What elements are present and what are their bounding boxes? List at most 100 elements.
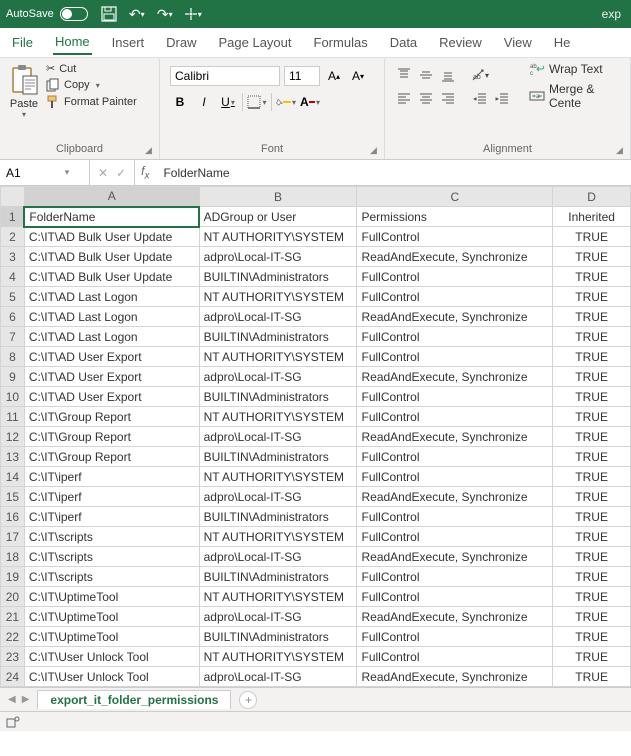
touch-mode-icon[interactable]: ▾ <box>184 5 202 23</box>
row-header[interactable]: 9 <box>1 367 25 387</box>
tab-page-layout[interactable]: Page Layout <box>217 31 294 54</box>
cell[interactable]: FullControl <box>357 227 553 247</box>
redo-icon[interactable]: ↷▾ <box>156 5 174 23</box>
cell[interactable]: ReadAndExecute, Synchronize <box>357 427 553 447</box>
cell[interactable]: C:\IT\AD Last Logon <box>24 327 199 347</box>
row-header[interactable]: 18 <box>1 547 25 567</box>
cell[interactable]: Inherited <box>553 207 631 227</box>
cell[interactable]: ReadAndExecute, Synchronize <box>357 307 553 327</box>
cell[interactable]: adpro\Local-IT-SG <box>199 307 357 327</box>
cell[interactable]: FullControl <box>357 647 553 667</box>
col-header-C[interactable]: C <box>357 187 553 207</box>
tab-home[interactable]: Home <box>53 30 92 55</box>
cell[interactable]: C:\IT\UptimeTool <box>24 587 199 607</box>
cell[interactable]: ADGroup or User <box>199 207 357 227</box>
cell[interactable]: adpro\Local-IT-SG <box>199 367 357 387</box>
cell[interactable]: NT AUTHORITY\SYSTEM <box>199 347 357 367</box>
cell[interactable]: FullControl <box>357 287 553 307</box>
row-header[interactable]: 16 <box>1 507 25 527</box>
row-header[interactable]: 17 <box>1 527 25 547</box>
cell[interactable]: TRUE <box>553 267 631 287</box>
cell[interactable]: FullControl <box>357 627 553 647</box>
cell[interactable]: NT AUTHORITY\SYSTEM <box>199 587 357 607</box>
row-header[interactable]: 20 <box>1 587 25 607</box>
cell[interactable]: FullControl <box>357 407 553 427</box>
tab-formulas[interactable]: Formulas <box>312 31 370 54</box>
align-center-icon[interactable] <box>417 90 435 108</box>
tab-file[interactable]: File <box>10 31 35 54</box>
cell[interactable]: C:\IT\AD Bulk User Update <box>24 247 199 267</box>
cell[interactable]: ReadAndExecute, Synchronize <box>357 607 553 627</box>
fill-color-button[interactable]: ▾ <box>276 92 296 112</box>
cell[interactable]: FullControl <box>357 347 553 367</box>
align-top-icon[interactable] <box>395 66 413 84</box>
cell[interactable]: TRUE <box>553 627 631 647</box>
autosave-toggle[interactable]: AutoSave <box>6 7 88 21</box>
cell[interactable]: ReadAndExecute, Synchronize <box>357 247 553 267</box>
cell[interactable]: TRUE <box>553 487 631 507</box>
cell[interactable]: adpro\Local-IT-SG <box>199 547 357 567</box>
cell[interactable]: TRUE <box>553 667 631 687</box>
cancel-formula-icon[interactable]: ✕ <box>98 166 108 180</box>
copy-button[interactable]: Copy▾ <box>46 78 137 92</box>
col-header-D[interactable]: D <box>553 187 631 207</box>
font-color-button[interactable]: A▾ <box>300 92 320 112</box>
cell[interactable]: C:\IT\AD User Export <box>24 387 199 407</box>
cell[interactable]: TRUE <box>553 367 631 387</box>
dialog-launcher-icon[interactable]: ◢ <box>370 145 382 157</box>
cell[interactable]: BUILTIN\Administrators <box>199 627 357 647</box>
cell[interactable]: NT AUTHORITY\SYSTEM <box>199 287 357 307</box>
cell[interactable]: Permissions <box>357 207 553 227</box>
cell[interactable]: NT AUTHORITY\SYSTEM <box>199 227 357 247</box>
bold-button[interactable]: B <box>170 92 190 112</box>
enter-formula-icon[interactable]: ✓ <box>116 166 126 180</box>
borders-button[interactable]: ▾ <box>247 92 267 112</box>
cell[interactable]: C:\IT\AD Bulk User Update <box>24 267 199 287</box>
row-header[interactable]: 19 <box>1 567 25 587</box>
row-header[interactable]: 5 <box>1 287 25 307</box>
cell[interactable]: C:\IT\Group Report <box>24 427 199 447</box>
cell[interactable]: TRUE <box>553 247 631 267</box>
font-name-input[interactable] <box>170 66 280 86</box>
record-macro-icon[interactable] <box>6 716 20 728</box>
cell[interactable]: adpro\Local-IT-SG <box>199 247 357 267</box>
cell[interactable]: C:\IT\AD User Export <box>24 347 199 367</box>
row-header[interactable]: 23 <box>1 647 25 667</box>
sheet-nav-next-icon[interactable]: ▶ <box>22 694 30 705</box>
cell[interactable]: TRUE <box>553 527 631 547</box>
row-header[interactable]: 2 <box>1 227 25 247</box>
increase-font-icon[interactable]: A▴ <box>324 66 344 86</box>
cell[interactable]: BUILTIN\Administrators <box>199 567 357 587</box>
row-header[interactable]: 1 <box>1 207 25 227</box>
align-bottom-icon[interactable] <box>439 66 457 84</box>
merge-center-button[interactable]: aMerge & Cente <box>529 82 622 110</box>
cell[interactable]: C:\IT\AD Bulk User Update <box>24 227 199 247</box>
row-header[interactable]: 10 <box>1 387 25 407</box>
col-header-B[interactable]: B <box>199 187 357 207</box>
cell[interactable]: TRUE <box>553 407 631 427</box>
cell[interactable]: NT AUTHORITY\SYSTEM <box>199 647 357 667</box>
cell[interactable]: TRUE <box>553 607 631 627</box>
row-header[interactable]: 4 <box>1 267 25 287</box>
cell[interactable]: TRUE <box>553 327 631 347</box>
row-header[interactable]: 21 <box>1 607 25 627</box>
cell[interactable]: adpro\Local-IT-SG <box>199 667 357 687</box>
row-header[interactable]: 3 <box>1 247 25 267</box>
sheet-nav-prev-icon[interactable]: ◀ <box>8 694 16 705</box>
save-icon[interactable] <box>100 5 118 23</box>
cell[interactable]: adpro\Local-IT-SG <box>199 487 357 507</box>
cell[interactable]: C:\IT\AD User Export <box>24 367 199 387</box>
cell[interactable]: FullControl <box>357 567 553 587</box>
cell[interactable]: C:\IT\AD Last Logon <box>24 287 199 307</box>
align-middle-icon[interactable] <box>417 66 435 84</box>
fx-icon[interactable]: fx <box>135 164 155 181</box>
sheet-tab-active[interactable]: export_it_folder_permissions <box>37 690 231 709</box>
row-header[interactable]: 22 <box>1 627 25 647</box>
cell[interactable]: FullControl <box>357 587 553 607</box>
cell[interactable]: C:\IT\User Unlock Tool <box>24 647 199 667</box>
row-header[interactable]: 13 <box>1 447 25 467</box>
cell[interactable]: TRUE <box>553 467 631 487</box>
col-header-A[interactable]: A <box>24 187 199 207</box>
cell[interactable]: NT AUTHORITY\SYSTEM <box>199 527 357 547</box>
cell[interactable]: NT AUTHORITY\SYSTEM <box>199 407 357 427</box>
